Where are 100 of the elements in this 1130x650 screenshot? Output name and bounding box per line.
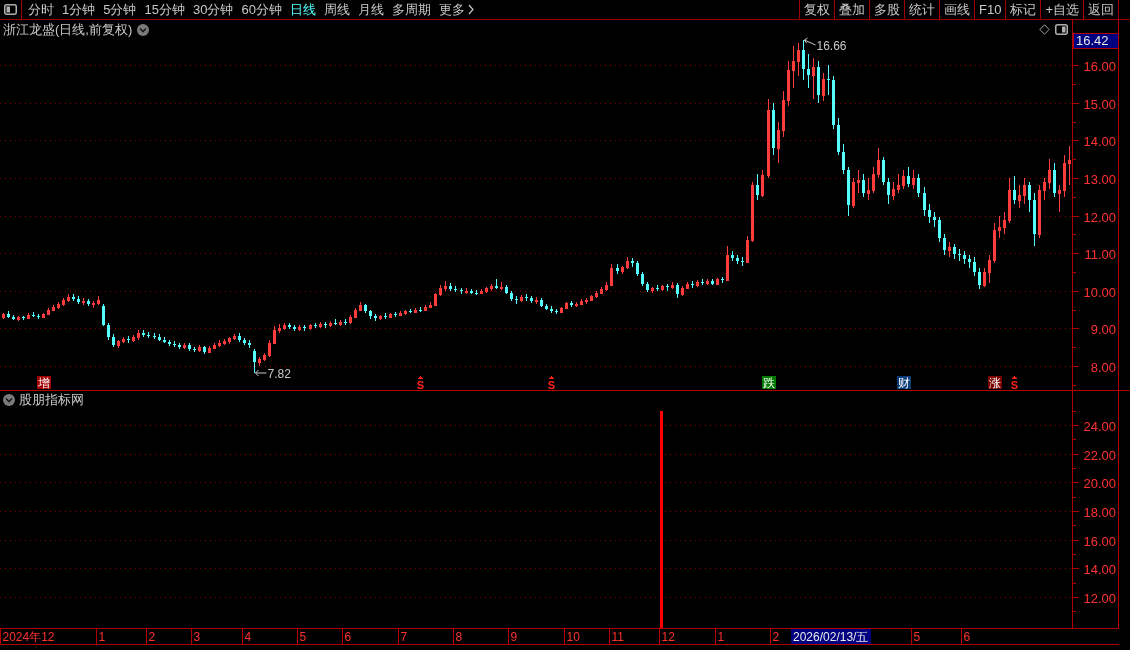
rising-candle bbox=[792, 45, 795, 89]
falling-candle bbox=[817, 60, 820, 104]
rising-candle bbox=[1068, 145, 1071, 186]
rising-candle bbox=[782, 90, 785, 138]
chevron-down-icon[interactable] bbox=[3, 394, 15, 406]
rising-candle bbox=[902, 169, 905, 190]
date-label: 8 bbox=[455, 630, 463, 644]
rising-candle bbox=[595, 290, 598, 299]
rising-candle bbox=[309, 323, 312, 331]
rising-candle bbox=[27, 312, 30, 320]
falling-candle bbox=[248, 339, 251, 349]
rising-candle bbox=[268, 339, 271, 358]
date-label: 2 bbox=[772, 630, 780, 644]
cursor-date-label: 2026/02/13/五 bbox=[791, 629, 871, 644]
falling-candle bbox=[303, 324, 306, 332]
date-label: 12 bbox=[661, 630, 675, 644]
falling-candle bbox=[470, 288, 473, 295]
axis-label: 14.00 bbox=[1083, 561, 1116, 577]
toolbar-button[interactable]: 复权 bbox=[799, 0, 834, 19]
period-tab[interactable]: 月线 bbox=[353, 0, 388, 19]
axis-label: 12.00 bbox=[1083, 590, 1116, 606]
rising-candle bbox=[1048, 158, 1051, 190]
rising-candle bbox=[797, 42, 800, 77]
toolbar-button[interactable]: F10 bbox=[974, 0, 1006, 19]
falling-candle bbox=[646, 281, 649, 293]
period-tab[interactable]: 多周期 bbox=[387, 0, 435, 19]
rising-candle bbox=[329, 320, 332, 328]
toolbar-button[interactable]: 统计 bbox=[904, 0, 939, 19]
rising-candle bbox=[716, 277, 719, 286]
date-label: 3 bbox=[193, 630, 201, 644]
axis-label: 15.00 bbox=[1083, 96, 1116, 112]
falling-candle bbox=[77, 295, 80, 305]
rising-candle bbox=[1023, 177, 1026, 205]
rising-candle bbox=[228, 336, 231, 345]
falling-candle bbox=[540, 297, 543, 308]
falling-candle bbox=[449, 282, 452, 292]
falling-candle bbox=[37, 313, 40, 320]
rising-candle bbox=[67, 293, 70, 303]
date-label: 5 bbox=[299, 630, 307, 644]
falling-candle bbox=[243, 337, 246, 346]
toolbar-button[interactable]: 画线 bbox=[939, 0, 974, 19]
period-tab[interactable]: 日线 bbox=[285, 0, 320, 19]
toolbar-button[interactable]: 叠加 bbox=[834, 0, 869, 19]
diamond-icon[interactable] bbox=[1039, 24, 1050, 35]
falling-candle bbox=[334, 318, 337, 326]
period-tab[interactable]: 分时 bbox=[24, 0, 58, 19]
falling-candle bbox=[973, 256, 976, 277]
panel-icon[interactable] bbox=[1055, 24, 1068, 35]
period-tab[interactable]: 30分钟 bbox=[188, 0, 238, 19]
falling-candle bbox=[862, 173, 865, 198]
panel-icon[interactable] bbox=[4, 4, 17, 15]
falling-candle bbox=[188, 342, 191, 352]
rising-candle bbox=[399, 310, 402, 317]
rising-candle bbox=[349, 314, 352, 325]
falling-candle bbox=[515, 295, 518, 305]
falling-candle bbox=[324, 321, 327, 329]
period-tab[interactable]: 15分钟 bbox=[140, 0, 189, 19]
toolbar-button[interactable]: 多股 bbox=[869, 0, 904, 19]
rising-candle bbox=[208, 345, 211, 354]
annotation: 7.82 bbox=[267, 367, 292, 381]
rising-candle bbox=[218, 339, 221, 348]
falling-candle bbox=[887, 177, 890, 205]
rising-candle bbox=[213, 342, 216, 350]
period-tab[interactable]: 5分钟 bbox=[99, 0, 141, 19]
event-badge: 增 bbox=[36, 376, 51, 390]
rising-candle bbox=[198, 344, 201, 353]
period-tab[interactable]: 1分钟 bbox=[58, 0, 100, 19]
rising-candle bbox=[278, 323, 281, 334]
falling-candle bbox=[168, 339, 171, 347]
falling-candle bbox=[112, 333, 115, 348]
period-tab[interactable]: 更多 bbox=[434, 0, 478, 19]
falling-candle bbox=[736, 254, 739, 265]
falling-candle bbox=[545, 303, 548, 311]
date-label: 5 bbox=[913, 630, 921, 644]
rising-candle bbox=[42, 312, 45, 319]
toolbar-button[interactable]: 返回 bbox=[1083, 0, 1118, 19]
falling-candle bbox=[419, 306, 422, 313]
rising-candle bbox=[988, 254, 991, 284]
rising-candle bbox=[706, 278, 709, 286]
rising-candle bbox=[490, 283, 493, 292]
rising-candle bbox=[57, 301, 60, 310]
date-label: 7 bbox=[400, 630, 408, 644]
period-tab[interactable]: 60分钟 bbox=[237, 0, 286, 19]
falling-candle bbox=[525, 293, 528, 302]
toolbar-button[interactable]: +自选 bbox=[1040, 0, 1083, 19]
rising-candle bbox=[17, 315, 20, 322]
toolbar-button[interactable]: 标记 bbox=[1005, 0, 1041, 19]
period-tab[interactable]: 周线 bbox=[319, 0, 354, 19]
falling-candle bbox=[656, 284, 659, 292]
rising-candle bbox=[122, 336, 125, 344]
date-label: 10 bbox=[566, 630, 580, 644]
axis-label: 22.00 bbox=[1083, 447, 1116, 463]
falling-candle bbox=[510, 290, 513, 302]
falling-candle bbox=[107, 322, 110, 341]
rising-candle bbox=[424, 304, 427, 312]
rising-candle bbox=[777, 121, 780, 164]
falling-candle bbox=[837, 117, 840, 156]
falling-candle bbox=[12, 314, 15, 321]
chevron-down-icon[interactable] bbox=[137, 24, 150, 36]
axis-label: 16.00 bbox=[1083, 533, 1116, 549]
